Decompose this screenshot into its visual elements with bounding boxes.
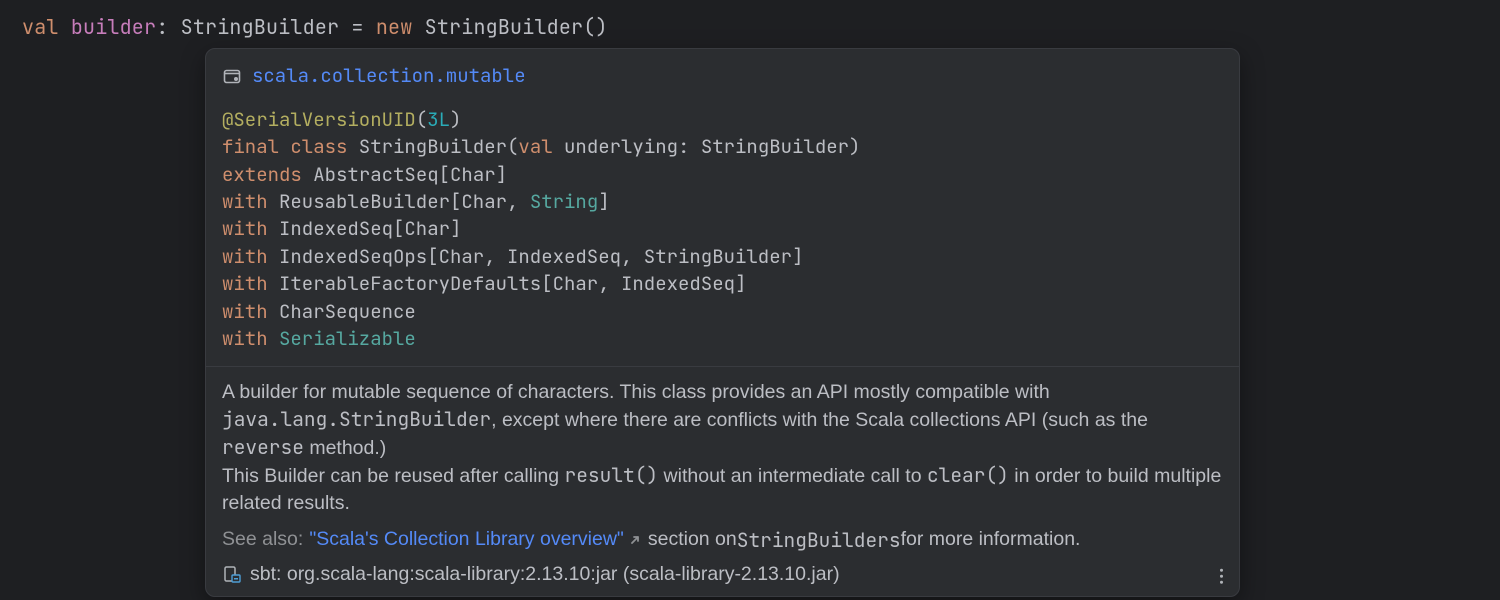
see-also-section: See also: "Scala's Collection Library ov… — [206, 525, 1239, 559]
library-source-text: sbt: org.scala-lang:scala-library:2.13.1… — [250, 563, 840, 586]
type-string-link[interactable]: String — [530, 189, 598, 214]
package-link[interactable]: scala.collection.mutable — [252, 63, 526, 88]
doc-paragraph-1: A builder for mutable sequence of charac… — [222, 379, 1223, 462]
more-actions-button[interactable] — [1220, 569, 1223, 584]
tooltip-footer: sbt: org.scala-lang:scala-library:2.13.1… — [206, 559, 1239, 596]
keyword-new: new — [376, 14, 413, 40]
type-stringbuilder: StringBuilder — [181, 14, 340, 40]
tooltip-documentation: A builder for mutable sequence of charac… — [206, 367, 1239, 525]
annotation-arg: 3L — [427, 107, 450, 132]
see-also-label: See also: — [222, 528, 303, 551]
constructor-call: StringBuilder() — [412, 14, 607, 40]
library-icon — [222, 564, 242, 584]
type-serializable-link[interactable]: Serializable — [268, 326, 416, 351]
doc-paragraph-2: This Builder can be reused after calling… — [222, 462, 1223, 517]
tooltip-package-header: scala.collection.mutable — [222, 63, 1223, 88]
keyword-val: val — [22, 14, 59, 40]
tooltip-signature-section: scala.collection.mutable @SerialVersionU… — [206, 49, 1239, 366]
identifier-builder: builder — [71, 14, 156, 40]
editor-code-line[interactable]: val builder: StringBuilder = new StringB… — [0, 0, 1500, 42]
annotation: @SerialVersionUID — [222, 107, 416, 132]
package-icon — [222, 66, 242, 86]
documentation-tooltip: scala.collection.mutable @SerialVersionU… — [205, 48, 1240, 597]
class-signature: @SerialVersionUID(3L) final class String… — [222, 106, 1223, 352]
external-link-icon — [628, 533, 642, 547]
see-also-link[interactable]: "Scala's Collection Library overview" — [309, 528, 624, 551]
